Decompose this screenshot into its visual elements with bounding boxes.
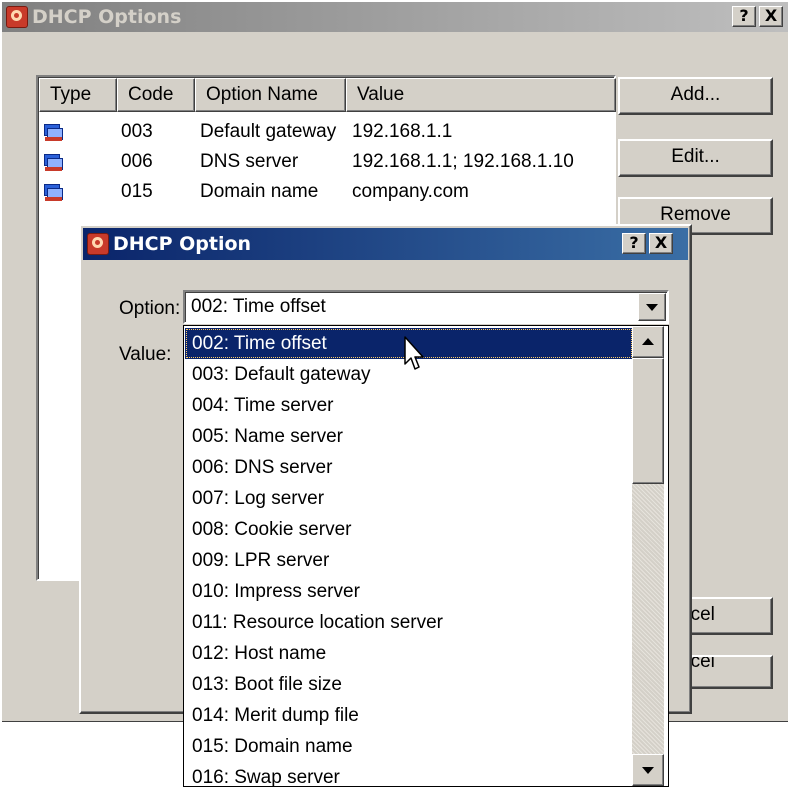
option-list-item[interactable]: 015: Domain name (185, 731, 633, 762)
column-header-code[interactable]: Code (117, 78, 195, 112)
row-value[interactable]: 192.168.1.1; 192.168.1.10 (352, 148, 574, 176)
row-option-name[interactable]: Domain name (200, 178, 318, 206)
scrollbar-thumb[interactable] (632, 358, 664, 484)
option-list-item[interactable]: 011: Resource location server (185, 607, 633, 638)
add-button-label: Add... (670, 84, 721, 105)
inner-help-button[interactable]: ? (622, 233, 646, 254)
remove-button-label: Remove (660, 204, 731, 225)
network-computer-icon (44, 122, 64, 142)
value-label: Value: (119, 344, 172, 365)
row-value[interactable]: company.com (352, 178, 469, 206)
option-dropdown-list[interactable]: 002: Time offset 003: Default gateway 00… (183, 325, 669, 788)
outer-title-bar[interactable]: DHCP Options (2, 2, 788, 32)
column-header-option-name[interactable]: Option Name (195, 78, 346, 112)
column-header-type[interactable]: Type (39, 78, 117, 112)
network-computer-icon (44, 152, 64, 172)
option-list-item[interactable]: 004: Time server (185, 390, 633, 421)
dhcp-app-icon (6, 6, 28, 28)
scroll-up-button[interactable] (632, 326, 664, 358)
option-list-item[interactable]: 016: Swap server (185, 762, 633, 793)
row-code[interactable]: 003 (121, 118, 153, 146)
outer-close-button[interactable]: X (759, 6, 783, 27)
inner-close-button[interactable]: X (649, 233, 673, 254)
option-list-item[interactable]: 008: Cookie server (185, 514, 633, 545)
row-option-name[interactable]: Default gateway (200, 118, 336, 146)
option-list-item[interactable]: 013: Boot file size (185, 669, 633, 700)
option-list-item[interactable]: 005: Name server (185, 421, 633, 452)
network-computer-icon (44, 182, 64, 202)
row-code[interactable]: 015 (121, 178, 153, 206)
outer-help-button[interactable]: ? (732, 6, 756, 27)
option-list-item[interactable]: 012: Host name (185, 638, 633, 669)
edit-button-label: Edit... (671, 146, 720, 167)
option-select[interactable]: 002: Time offset (183, 290, 669, 324)
edit-button[interactable]: Edit... (618, 139, 773, 177)
row-code[interactable]: 006 (121, 148, 153, 176)
mouse-cursor-icon (404, 336, 424, 370)
dropdown-scrollbar[interactable] (632, 326, 664, 786)
option-list-item[interactable]: 009: LPR server (185, 545, 633, 576)
dhcp-app-icon (87, 233, 109, 255)
option-label: Option: (119, 298, 181, 319)
add-button[interactable]: Add... (618, 77, 773, 115)
inner-window-title: DHCP Option (113, 233, 252, 255)
column-header-value[interactable]: Value (346, 78, 616, 112)
row-option-name[interactable]: DNS server (200, 148, 298, 176)
dropdown-toggle-button[interactable] (638, 293, 666, 321)
chevron-down-icon (642, 767, 654, 774)
option-list-item[interactable]: 007: Log server (185, 483, 633, 514)
option-list-item[interactable]: 006: DNS server (185, 452, 633, 483)
option-select-value: 002: Time offset (191, 296, 326, 317)
option-list-item[interactable]: 010: Impress server (185, 576, 633, 607)
inner-title-bar[interactable]: DHCP Option (83, 228, 688, 260)
chevron-down-icon (646, 304, 658, 311)
chevron-up-icon (642, 338, 654, 345)
scroll-down-button[interactable] (632, 754, 664, 786)
option-list-item[interactable]: 014: Merit dump file (185, 700, 633, 731)
row-value[interactable]: 192.168.1.1 (352, 118, 452, 146)
outer-window-title: DHCP Options (32, 6, 182, 28)
